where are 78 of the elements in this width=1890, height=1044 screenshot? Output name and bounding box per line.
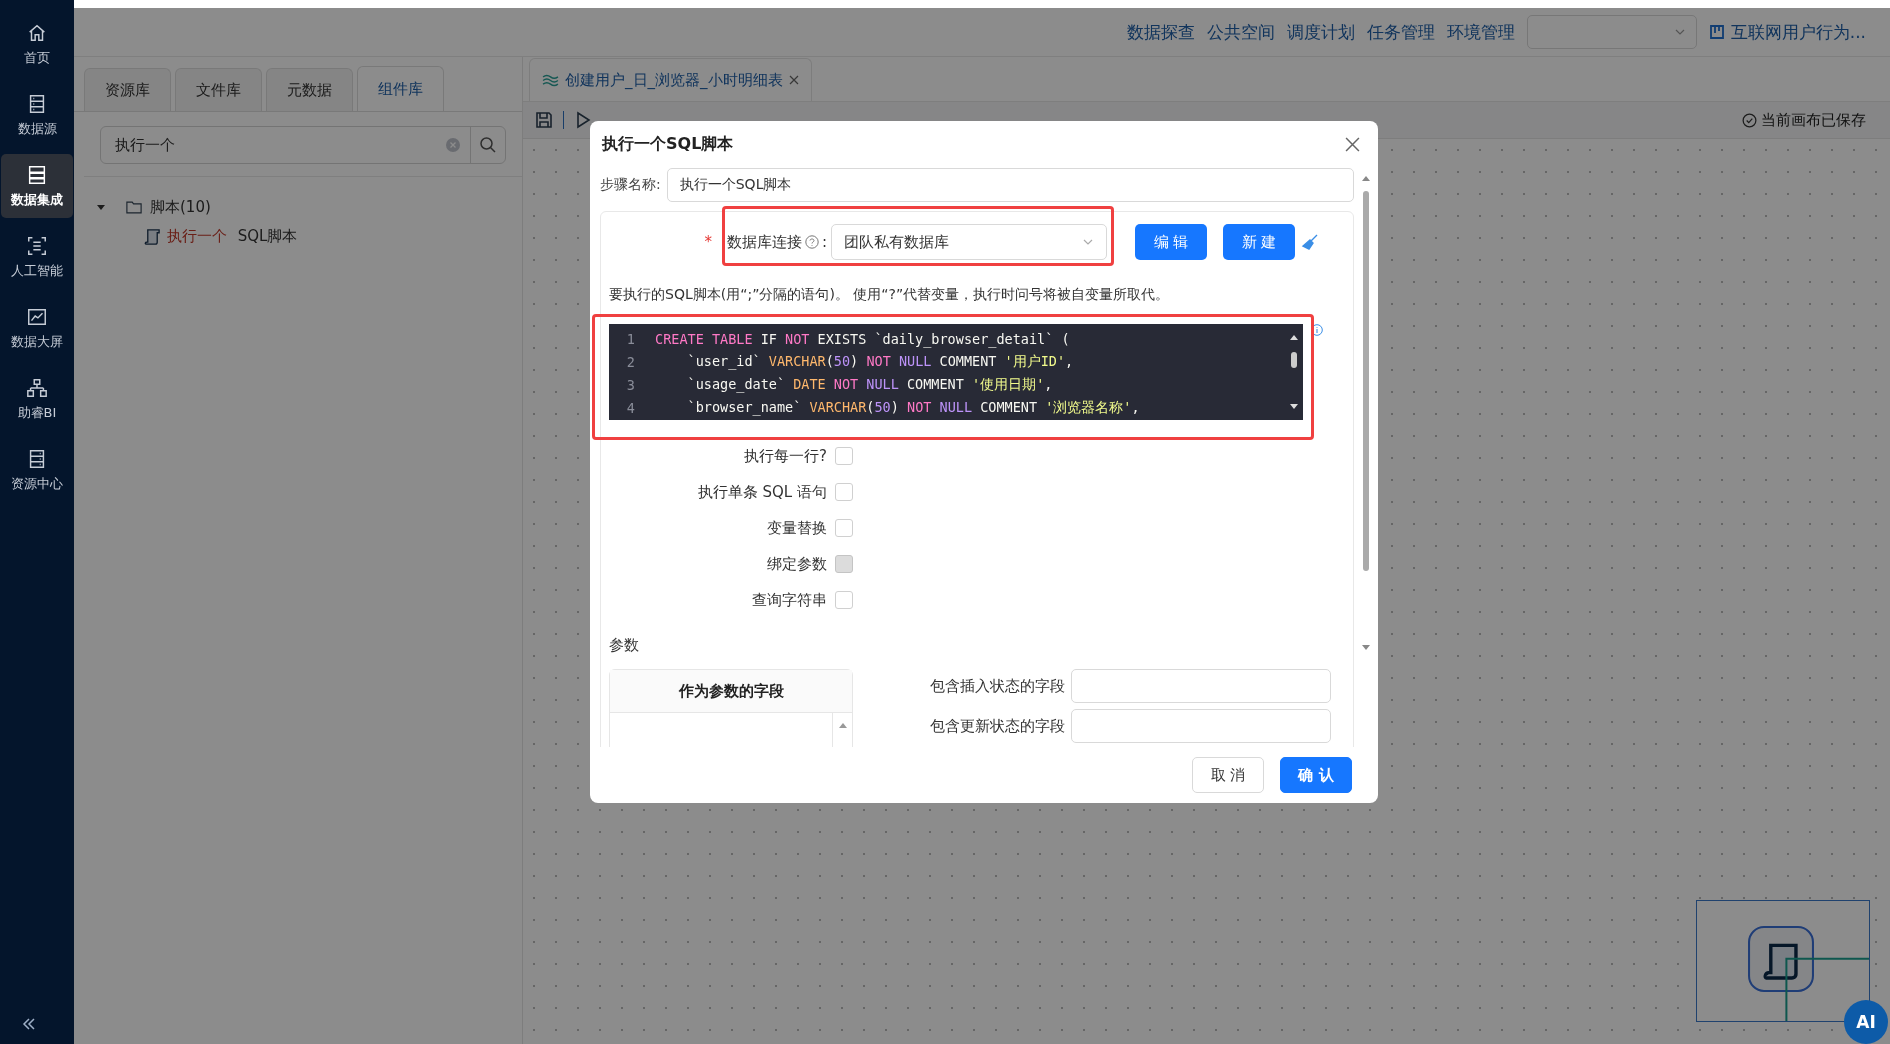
search-icon	[479, 136, 497, 154]
option-label: 执行每一行?	[743, 446, 827, 466]
nav-link[interactable]: 任务管理	[1366, 20, 1435, 44]
checkbox[interactable]	[835, 483, 853, 501]
sidebar-item[interactable]: 首页	[1, 12, 73, 76]
tree-item[interactable]: 执行一个 SQL脚本	[84, 221, 522, 251]
editor-tab[interactable]: 创建用户_日_浏览器_小时明细表	[529, 58, 812, 101]
broom-icon[interactable]	[1301, 233, 1319, 251]
option-label: 绑定参数	[766, 554, 827, 574]
script-hint: 要执行的SQL脚本(用“;”分隔的语句)。 使用“?”代替变量，执行时问号将被自变量所取代。	[609, 286, 1171, 304]
nav-link[interactable]: 数据探查	[1126, 20, 1195, 44]
panel-tab[interactable]: 组件库	[357, 66, 444, 111]
close-icon[interactable]	[788, 75, 799, 85]
connection-select[interactable]: 团队私有数据库	[831, 224, 1107, 260]
code-line: `usage_date` DATE NOT NULL COMMENT '使用日期',	[686, 375, 1053, 394]
checkbox[interactable]	[835, 447, 853, 465]
panel-tab[interactable]: 文件库	[175, 68, 262, 111]
check-circle-icon	[1742, 112, 1757, 128]
panel-tab[interactable]: 资源库	[84, 68, 171, 111]
nav-link[interactable]: 环境管理	[1446, 20, 1515, 44]
nav-icon	[26, 234, 48, 257]
waves-icon	[542, 73, 559, 87]
checkbox[interactable]	[835, 519, 853, 537]
required-mark: *	[704, 233, 712, 251]
help-icon	[804, 235, 819, 249]
nav-icon	[26, 376, 48, 399]
option-label: 变量替换	[766, 518, 827, 538]
clear-icon[interactable]	[446, 138, 460, 152]
code-line: CREATE TABLE IF NOT EXISTS `daily_browser_detail` (	[655, 330, 1070, 347]
nav-link[interactable]: 公共空间	[1206, 20, 1275, 44]
checkbox[interactable]	[835, 591, 853, 609]
input-field[interactable]	[1071, 669, 1331, 703]
option-label: 查询字符串	[751, 590, 827, 610]
sidebar-item[interactable]: 助睿BI	[1, 367, 73, 431]
line-number: 1	[625, 330, 635, 347]
input-field[interactable]	[1071, 709, 1331, 743]
save-status: 当前画布已保存	[1761, 110, 1866, 130]
code-line: `user_id` VARCHAR(50) NOT NULL COMMENT '用户ID',	[686, 352, 1074, 371]
section-label: 参数	[609, 636, 640, 655]
sidebar-item[interactable]: 数据集成	[1, 154, 73, 218]
scroll-up-icon[interactable]	[837, 721, 848, 729]
code-editor[interactable]	[609, 324, 1303, 420]
code-line: `browser_name` VARCHAR(50) NOT NULL COMMENT '浏览器名称',	[686, 398, 1140, 417]
connection-button[interactable]: 新 建	[1223, 224, 1295, 260]
option-label: 执行单条 SQL 语句	[696, 482, 827, 502]
search-field[interactable]: 执行一个	[100, 126, 506, 164]
sidebar-item[interactable]: 资源中心	[1, 438, 73, 502]
dialog-title: 执行一个SQL脚本	[602, 133, 734, 155]
sidebar-item[interactable]: 人工智能	[1, 225, 73, 289]
column-header: 作为参数的字段	[610, 670, 852, 713]
field-label: 数据库连接	[726, 232, 802, 252]
dialog-button[interactable]: 取 消	[1192, 757, 1264, 793]
sql-node-drawing	[1747, 925, 1815, 993]
dialog-button[interactable]: 确 认	[1280, 757, 1352, 793]
nav-icon	[26, 163, 48, 186]
play-icon[interactable]	[574, 111, 592, 129]
tree-item[interactable]: 脚本(10)	[84, 193, 522, 221]
nav-link[interactable]: 调度计划	[1286, 20, 1355, 44]
collapse-icon[interactable]	[21, 1016, 37, 1032]
panel-tab[interactable]: 元数据	[266, 68, 353, 111]
field-label: 包含更新状态的字段	[929, 716, 1065, 736]
scroll-icon	[144, 227, 161, 245]
save-icon[interactable]	[535, 111, 553, 129]
connection-button[interactable]: 编 辑	[1135, 224, 1207, 260]
sidebar-item[interactable]: 数据源	[1, 83, 73, 147]
line-number: 2	[625, 353, 635, 370]
label-colon: :	[821, 233, 827, 251]
line-number: 4	[625, 399, 635, 416]
step-name-field[interactable]: 执行一个SQL脚本	[666, 168, 1354, 202]
field-label: 步骤名称:	[600, 176, 661, 194]
close-icon[interactable]	[1345, 136, 1360, 152]
project-link[interactable]: 互联网用户行为...	[1730, 20, 1866, 44]
folder-icon	[126, 200, 142, 214]
board-icon	[1708, 24, 1725, 40]
field-label: 包含插入状态的字段	[929, 676, 1065, 696]
line-number: 3	[625, 376, 635, 393]
info-icon	[1311, 324, 1323, 336]
sidebar-item[interactable]: 数据大屏	[1, 296, 73, 360]
